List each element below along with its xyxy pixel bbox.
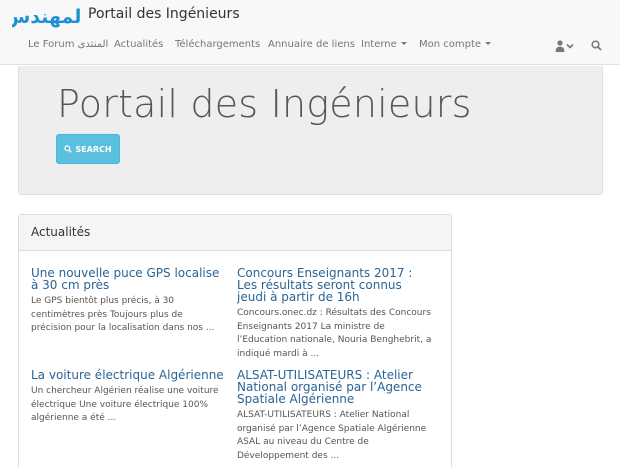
search-button-label: SEARCH bbox=[75, 144, 112, 154]
nav-interne-label: Interne bbox=[361, 39, 397, 50]
news-excerpt: Le GPS bientôt plus précis, à 30 centimè… bbox=[31, 296, 215, 334]
nav-actualites[interactable]: Actualités bbox=[114, 39, 163, 50]
news-title[interactable]: Une nouvelle puce GPS localise à 30 cm p… bbox=[31, 267, 225, 291]
panel-heading: Actualités bbox=[19, 215, 451, 251]
navbar: المهندس Portail des Ingénieurs Le Forum … bbox=[0, 0, 620, 65]
caret-down-icon bbox=[400, 42, 407, 45]
site-logo[interactable]: المهندس bbox=[12, 2, 80, 30]
nav-forum[interactable]: Le Forum المنتدى bbox=[28, 39, 108, 50]
news-item: Une nouvelle puce GPS localise à 30 cm p… bbox=[31, 267, 225, 336]
user-menu-icon[interactable] bbox=[555, 40, 575, 52]
search-button[interactable]: SEARCH bbox=[56, 134, 120, 164]
svg-text:المهندس: المهندس bbox=[12, 6, 80, 28]
search-icon bbox=[64, 145, 73, 153]
hero-jumbotron: Portail des Ingénieurs SEARCH bbox=[18, 66, 603, 195]
news-excerpt: Un chercheur Algérien réalise une voitur… bbox=[31, 386, 219, 424]
nav-interne-dropdown[interactable]: Interne bbox=[361, 39, 407, 50]
news-panel: Actualités Une nouvelle puce GPS localis… bbox=[18, 214, 452, 467]
search-icon[interactable] bbox=[591, 40, 602, 51]
hero-title: Portail des Ingénieurs bbox=[57, 82, 472, 126]
news-title[interactable]: ALSAT-UTILISATEURS : Atelier National or… bbox=[237, 369, 433, 405]
news-excerpt: Concours.onec.dz : Résultats des Concour… bbox=[237, 308, 432, 360]
news-item: Concours Enseignants 2017 : Les résultat… bbox=[237, 267, 433, 362]
nav-annuaire[interactable]: Annuaire de liens bbox=[268, 39, 355, 50]
news-item: La voiture électrique Algérienne Un cher… bbox=[31, 369, 225, 426]
nav-mon-compte-dropdown[interactable]: Mon compte bbox=[419, 39, 492, 50]
nav-mon-compte-label: Mon compte bbox=[419, 39, 482, 50]
news-excerpt: ALSAT-UTILISATEURS : Atelier National or… bbox=[237, 410, 427, 462]
caret-down-icon bbox=[485, 42, 492, 45]
news-title[interactable]: La voiture électrique Algérienne bbox=[31, 369, 225, 381]
brand-title[interactable]: Portail des Ingénieurs bbox=[88, 6, 240, 22]
news-title[interactable]: Concours Enseignants 2017 : Les résultat… bbox=[237, 267, 433, 303]
news-item: ALSAT-UTILISATEURS : Atelier National or… bbox=[237, 369, 433, 464]
nav-telechargements[interactable]: Téléchargements bbox=[175, 39, 260, 50]
